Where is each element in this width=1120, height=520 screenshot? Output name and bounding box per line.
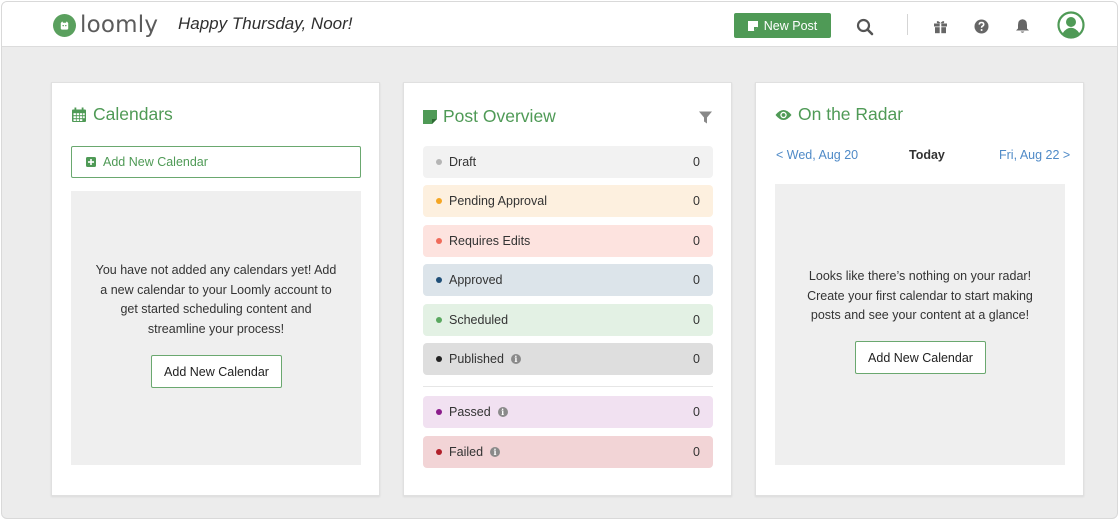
status-divider xyxy=(423,386,713,387)
status-label: Pending Approval xyxy=(449,194,547,208)
post-overview-title-text: Post Overview xyxy=(443,106,556,126)
add-new-calendar-link[interactable]: Add New Calendar xyxy=(71,146,361,178)
status-count: 0 xyxy=(693,352,700,366)
status-dot-icon xyxy=(436,449,442,455)
status-dot-icon xyxy=(436,356,442,362)
calendars-empty-message: You have not added any calendars yet! Ad… xyxy=(95,263,337,336)
user-avatar-icon[interactable] xyxy=(1057,11,1085,39)
logo-text: loomly xyxy=(80,12,159,38)
status-dot-icon xyxy=(436,159,442,165)
status-dot-icon xyxy=(436,317,442,323)
status-label: Published xyxy=(449,352,504,366)
toolbar-divider xyxy=(907,14,908,35)
status-row-scheduled[interactable]: Scheduled 0 xyxy=(423,304,713,336)
loomly-logo[interactable]: loomly xyxy=(53,12,158,38)
status-label-wrap: Passed i xyxy=(449,405,693,419)
calendars-card: Calendars Add New Calendar You have not … xyxy=(51,82,380,496)
status-row-published[interactable]: Published i 0 xyxy=(423,343,713,375)
info-icon[interactable]: i xyxy=(490,447,501,457)
status-label-wrap: Pending Approval xyxy=(449,194,693,208)
next-day-link[interactable]: Fri, Aug 22 > xyxy=(999,148,1070,162)
plus-square-icon xyxy=(86,157,96,167)
info-icon[interactable]: i xyxy=(497,407,508,417)
status-label-wrap: Draft xyxy=(449,155,693,169)
status-label-wrap: Failed i xyxy=(449,445,693,459)
app-window: loomly Happy Thursday, Noor! New Post Ca… xyxy=(1,1,1118,519)
status-dot-icon xyxy=(436,238,442,244)
status-label: Failed xyxy=(449,445,484,459)
today-label: Today xyxy=(909,148,945,162)
status-row-failed[interactable]: Failed i 0 xyxy=(423,436,713,468)
status-label-wrap: Scheduled xyxy=(449,313,693,327)
calendars-title: Calendars xyxy=(71,104,173,125)
calendars-empty-panel: You have not added any calendars yet! Ad… xyxy=(71,191,361,465)
status-label: Scheduled xyxy=(449,313,509,327)
status-count: 0 xyxy=(693,155,700,169)
status-label-wrap: Approved xyxy=(449,273,693,287)
status-dot-icon xyxy=(436,277,442,283)
filter-icon[interactable] xyxy=(698,110,712,124)
radar-add-new-calendar-button[interactable]: Add New Calendar xyxy=(855,341,986,374)
status-label-wrap: Requires Edits xyxy=(449,234,693,248)
bell-icon[interactable] xyxy=(1014,17,1031,34)
add-new-calendar-button[interactable]: Add New Calendar xyxy=(151,355,282,388)
post-overview-card: Post Overview Draft 0 Pending Approval 0 Req… xyxy=(403,82,732,496)
eye-icon xyxy=(775,109,792,120)
gift-icon[interactable] xyxy=(932,18,948,34)
radar-empty-panel: Looks like there’s nothing on your radar… xyxy=(775,184,1065,465)
status-dot-icon xyxy=(436,198,442,204)
note-icon xyxy=(747,20,758,31)
status-count: 0 xyxy=(693,234,700,248)
radar-title: On the Radar xyxy=(775,104,903,125)
search-icon[interactable] xyxy=(855,17,875,37)
status-row-approved[interactable]: Approved 0 xyxy=(423,264,713,296)
status-label: Draft xyxy=(449,155,477,169)
status-row-draft[interactable]: Draft 0 xyxy=(423,146,713,178)
add-new-calendar-link-label: Add New Calendar xyxy=(103,155,208,169)
loomly-logo-icon xyxy=(53,13,76,37)
calendars-title-text: Calendars xyxy=(93,104,173,124)
status-label-wrap: Published i xyxy=(449,352,693,366)
post-overview-title: Post Overview xyxy=(423,106,556,127)
top-navbar: loomly Happy Thursday, Noor! New Post xyxy=(2,2,1117,47)
greeting-text: Happy Thursday, Noor! xyxy=(178,14,353,33)
previous-day-link[interactable]: < Wed, Aug 20 xyxy=(776,148,858,162)
radar-empty-message: Looks like there’s nothing on your radar… xyxy=(807,269,1033,323)
status-row-requires-edits[interactable]: Requires Edits 0 xyxy=(423,225,713,257)
radar-title-text: On the Radar xyxy=(798,104,904,124)
status-row-passed[interactable]: Passed i 0 xyxy=(423,396,713,428)
new-post-button[interactable]: New Post xyxy=(734,13,831,38)
on-the-radar-card: On the Radar < Wed, Aug 20 Today Fri, Au… xyxy=(755,82,1084,496)
status-count: 0 xyxy=(693,194,700,208)
status-dot-icon xyxy=(436,409,442,415)
status-count: 0 xyxy=(693,273,700,287)
help-icon[interactable] xyxy=(973,18,989,34)
status-label: Passed xyxy=(449,405,491,419)
status-label: Approved xyxy=(449,273,503,287)
calendar-icon xyxy=(72,107,86,122)
status-count: 0 xyxy=(693,313,700,327)
info-icon[interactable]: i xyxy=(510,354,521,364)
sticky-note-icon xyxy=(423,109,437,124)
status-label: Requires Edits xyxy=(449,234,531,248)
status-count: 0 xyxy=(693,405,700,419)
status-count: 0 xyxy=(693,445,700,459)
status-row-pending-approval[interactable]: Pending Approval 0 xyxy=(423,185,713,217)
new-post-label: New Post xyxy=(763,18,818,33)
